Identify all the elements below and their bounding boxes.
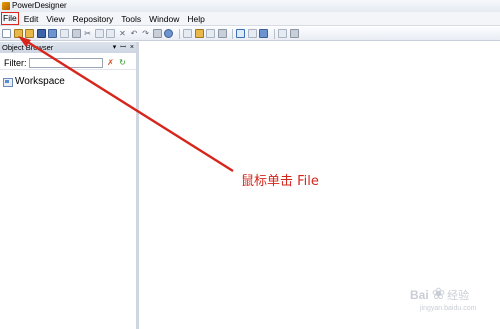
menu-edit[interactable]: Edit <box>21 12 42 26</box>
refresh-icon[interactable]: ↻ <box>119 58 127 67</box>
save-icon[interactable] <box>36 29 46 38</box>
filter-row: Filter: ✗ ↻ <box>0 56 136 70</box>
open-icon[interactable] <box>25 29 35 38</box>
menu-bar: File Edit View Repository Tools Window H… <box>0 12 500 26</box>
filter-label: Filter: <box>4 57 27 68</box>
repository-icon[interactable] <box>217 29 227 38</box>
menu-file[interactable]: File <box>1 12 19 25</box>
print-icon[interactable] <box>71 29 81 38</box>
paste-icon[interactable] <box>106 29 116 38</box>
open-folder-icon[interactable] <box>13 29 23 38</box>
watermark-text-2: 经验 <box>447 290 470 302</box>
object-browser-title: Object Browser <box>2 43 54 52</box>
reverse-icon[interactable] <box>289 29 299 38</box>
filter-input[interactable] <box>28 57 103 68</box>
browser-toggle-icon[interactable] <box>236 29 246 38</box>
cut-icon[interactable]: ✂ <box>83 29 92 38</box>
apply-filter-icon[interactable]: ✗ <box>107 58 115 67</box>
watermark-text: Bai <box>410 288 429 302</box>
new-icon[interactable] <box>2 29 11 38</box>
menu-tools[interactable]: Tools <box>118 12 144 26</box>
annotation-text: 鼠标单击 File <box>241 174 319 189</box>
object-browser-panel: Object Browser ▾ ꟷ × Filter: ✗ ↻ Workspa… <box>0 42 139 329</box>
delete-icon[interactable]: ✕ <box>118 29 127 38</box>
copy-icon[interactable] <box>94 29 104 38</box>
result-list-icon[interactable] <box>259 29 269 38</box>
diagram-icon[interactable] <box>182 29 192 38</box>
watermark-subtext: jingyan.baidu.com <box>420 305 477 312</box>
save-all-icon[interactable] <box>48 29 58 38</box>
menu-window[interactable]: Window <box>146 12 182 26</box>
workspace-label: Workspace <box>15 76 65 87</box>
output-icon[interactable] <box>247 29 257 38</box>
check-model-icon[interactable] <box>164 29 174 38</box>
toolbar-separator <box>232 28 234 39</box>
find-icon[interactable] <box>152 29 162 38</box>
panel-close-icon[interactable]: × <box>130 42 134 53</box>
toolbar-separator <box>274 28 276 39</box>
title-bar: PowerDesigner <box>0 0 500 12</box>
workspace-icon <box>3 77 13 87</box>
standard-toolbar: ✂ ✕ ↶ ↷ <box>0 27 500 41</box>
object-browser-header: Object Browser ▾ ꟷ × <box>0 42 136 53</box>
redo-icon[interactable]: ↷ <box>141 29 150 38</box>
panel-controls: ▾ ꟷ × <box>109 42 134 53</box>
menu-help[interactable]: Help <box>184 12 207 26</box>
menu-view[interactable]: View <box>43 12 67 26</box>
toolbar-separator <box>178 28 180 39</box>
generate-icon[interactable] <box>278 29 288 38</box>
powerdesigner-app-icon <box>2 2 10 10</box>
report-icon[interactable] <box>206 29 216 38</box>
panel-pin-icon[interactable]: ꟷ <box>120 42 126 53</box>
undo-icon[interactable]: ↶ <box>130 29 139 38</box>
panel-menu-icon[interactable]: ▾ <box>113 42 117 53</box>
watermark: Bai ❀ 经验 <box>410 286 469 304</box>
window-title: PowerDesigner <box>12 1 67 10</box>
tree-item-workspace[interactable]: Workspace <box>3 76 65 88</box>
menu-repository[interactable]: Repository <box>70 12 117 26</box>
model-icon[interactable] <box>194 29 204 38</box>
print-preview-icon[interactable] <box>59 29 69 38</box>
paw-icon: ❀ <box>431 286 446 303</box>
